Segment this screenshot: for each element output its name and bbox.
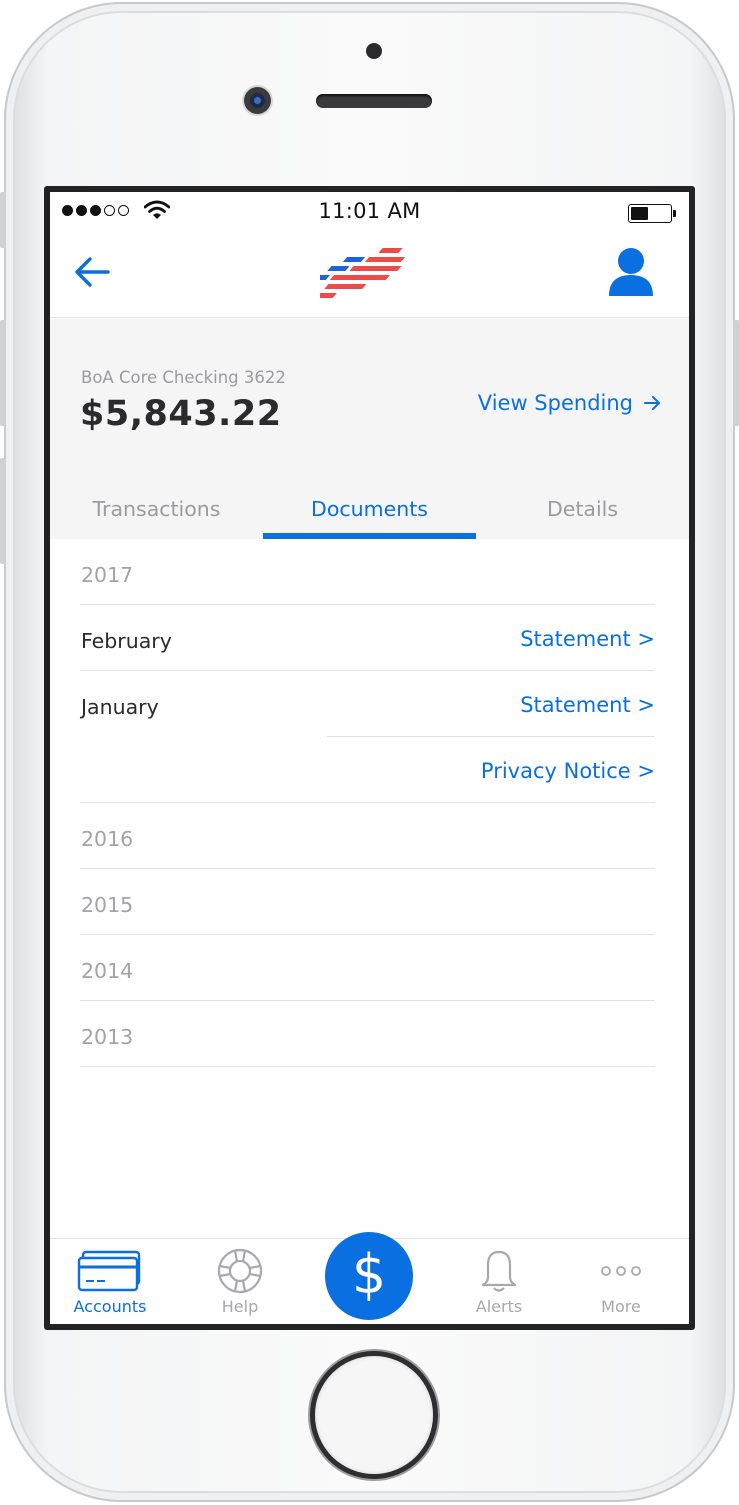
front-camera	[244, 87, 271, 114]
statement-link[interactable]: Statement >	[520, 693, 655, 717]
privacy-notice-link[interactable]: Privacy Notice >	[481, 759, 655, 783]
year-row-2014[interactable]: 2014	[80, 935, 655, 1001]
tab-bar-label: Accounts	[73, 1297, 147, 1316]
documents-list: 2017 February Statement > January Statem…	[80, 539, 655, 1067]
tab-transactions[interactable]: Transactions	[50, 484, 263, 539]
tab-details[interactable]: Details	[476, 484, 689, 539]
arrow-left-icon[interactable]	[72, 252, 112, 292]
tab-bar-alerts[interactable]: Alerts	[439, 1239, 559, 1324]
pay-transfer-button[interactable]: $	[325, 1232, 413, 1320]
year-label: 2014	[81, 959, 134, 983]
dollar-icon: $	[351, 1243, 387, 1306]
tab-bar-label: More	[601, 1297, 641, 1316]
year-row-2017[interactable]: 2017	[80, 539, 655, 605]
tab-bar-label: Alerts	[475, 1297, 523, 1316]
year-label: 2015	[81, 893, 134, 917]
power-button	[733, 320, 739, 426]
more-dots-icon	[601, 1266, 641, 1276]
month-row-january: January Statement >	[80, 671, 655, 737]
statement-link[interactable]: Statement >	[520, 627, 655, 651]
tab-bar-label: Help	[221, 1297, 259, 1316]
volume-down-button	[0, 458, 6, 564]
month-label: February	[81, 629, 172, 653]
mute-switch	[0, 192, 6, 248]
account-balance: $5,843.22	[80, 394, 282, 434]
earpiece-speaker	[316, 94, 432, 108]
battery-level	[631, 207, 649, 220]
month-row-february: February Statement >	[80, 605, 655, 671]
year-row-2013[interactable]: 2013	[80, 1001, 655, 1067]
nav-bar	[50, 228, 689, 318]
year-label: 2017	[81, 563, 134, 587]
year-label: 2016	[81, 827, 134, 851]
battery-icon	[628, 204, 676, 223]
screen-bezel: 11:01 AM BoA Core Checking 3622 $5,843.2…	[44, 186, 695, 1330]
year-label: 2013	[81, 1025, 134, 1049]
account-header: BoA Core Checking 3622 $5,843.22 View Sp…	[50, 319, 689, 539]
tab-bar-accounts[interactable]: Accounts	[50, 1239, 170, 1324]
status-bar: 11:01 AM	[50, 192, 689, 228]
tab-bar-help[interactable]: Help	[180, 1239, 300, 1324]
proximity-sensor	[366, 43, 382, 59]
year-row-2015[interactable]: 2015	[80, 869, 655, 935]
arrow-right-icon	[644, 396, 660, 410]
lifebuoy-icon	[217, 1248, 263, 1294]
tab-documents[interactable]: Documents	[263, 484, 476, 539]
home-button[interactable]	[315, 1356, 433, 1474]
account-tabs: Transactions Documents Details	[50, 484, 689, 539]
bell-icon	[481, 1250, 517, 1292]
person-icon[interactable]	[607, 246, 655, 298]
privacy-notice-row: Privacy Notice >	[80, 737, 655, 803]
view-spending-link[interactable]: View Spending	[478, 391, 661, 415]
year-row-2016[interactable]: 2016	[80, 803, 655, 869]
view-spending-label: View Spending	[477, 391, 633, 415]
app-display: 11:01 AM BoA Core Checking 3622 $5,843.2…	[50, 192, 689, 1324]
bank-flag-logo	[320, 248, 406, 298]
tab-bar-more[interactable]: More	[561, 1239, 681, 1324]
month-label: January	[81, 695, 159, 719]
volume-up-button	[0, 320, 6, 426]
account-name: BoA Core Checking 3622	[81, 368, 286, 387]
credit-card-icon	[77, 1250, 141, 1292]
status-time: 11:01 AM	[318, 199, 421, 223]
